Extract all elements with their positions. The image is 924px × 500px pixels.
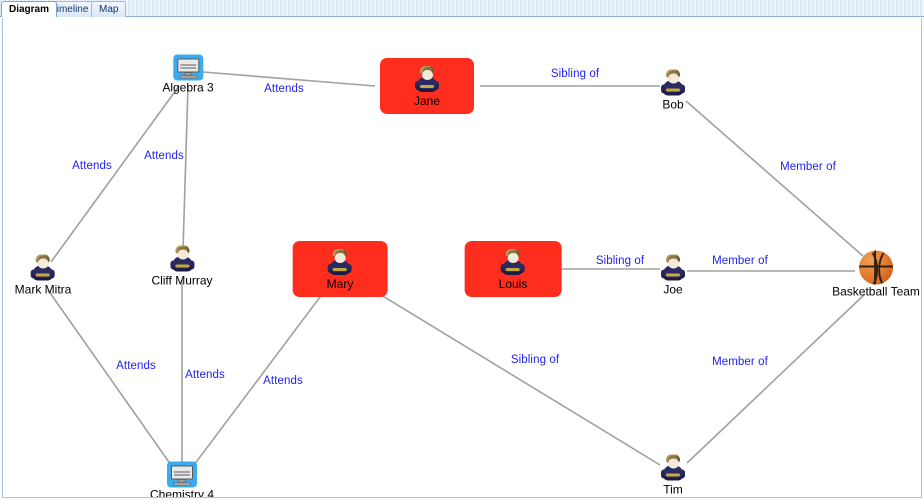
graph-edge[interactable]: [50, 85, 180, 263]
diagram-application-window: Diagram Timeline Map Attends Sibling of Me…: [0, 0, 924, 500]
person-icon: [501, 249, 525, 277]
graph-node-mary[interactable]: Mary: [292, 241, 388, 297]
graph-canvas[interactable]: Attends Sibling of Member of Attends Attends…: [2, 18, 922, 498]
graph-node-joe[interactable]: Joe: [655, 253, 691, 298]
graph-node-tim[interactable]: Tim: [655, 453, 691, 498]
tab-map[interactable]: Map: [91, 1, 127, 17]
graph-edge[interactable]: [372, 289, 661, 466]
graph-node-jane[interactable]: Jane: [379, 58, 475, 114]
node-label: Bob: [662, 97, 684, 112]
edge-label: Member of: [780, 161, 836, 173]
edge-label: Sibling of: [510, 354, 560, 366]
node-label: Mary: [326, 277, 354, 291]
graph-node-cliffmurray[interactable]: Cliff Murray: [145, 244, 218, 289]
graph-node-bob[interactable]: Bob: [655, 68, 691, 113]
node-label: Tim: [663, 482, 683, 497]
node-label: Chemistry 4: [149, 487, 215, 498]
edge-label: Attends: [264, 83, 304, 95]
node-label: Mark Mitra: [14, 282, 72, 297]
graph-node-chemistry4[interactable]: Chemistry 4: [144, 460, 220, 498]
person-icon: [661, 254, 685, 283]
tab-bar: Diagram Timeline Map: [0, 0, 924, 17]
person-icon: [415, 66, 439, 94]
graph-node-algebra3[interactable]: Algebra 3: [156, 53, 219, 96]
course-monitor-icon: [166, 461, 197, 488]
person-icon: [170, 245, 194, 274]
node-label: Cliff Murray: [151, 273, 213, 288]
node-label: Basketball Team: [832, 284, 920, 299]
edge-label: Attends: [116, 360, 156, 372]
edge-label: Attends: [72, 160, 112, 172]
edge-label: Member of: [712, 255, 768, 267]
graph-edge[interactable]: [182, 85, 189, 251]
edge-label: Sibling of: [595, 255, 645, 267]
person-icon: [30, 254, 55, 283]
person-icon: [661, 454, 685, 483]
graph-edge[interactable]: [47, 289, 172, 466]
edge-label: Sibling of: [550, 68, 600, 80]
person-icon: [661, 69, 685, 98]
course-monitor-icon: [173, 54, 203, 81]
node-label: Algebra 3: [162, 80, 214, 95]
edge-label: Member of: [712, 356, 768, 368]
node-label: Joe: [663, 282, 683, 297]
graph-node-basketball[interactable]: Basketball Team: [826, 249, 921, 300]
basketball-icon: [858, 250, 893, 285]
graph-node-louis[interactable]: Louis: [464, 241, 562, 297]
edge-label: Attends: [144, 150, 184, 162]
graph-edge[interactable]: [685, 100, 864, 257]
node-label: Jane: [413, 94, 441, 108]
edge-label: Attends: [185, 369, 225, 381]
node-label: Louis: [498, 277, 528, 291]
graph-node-markmitra[interactable]: Mark Mitra: [9, 253, 78, 298]
graph-edge[interactable]: [686, 293, 866, 464]
edge-label: Attends: [263, 375, 303, 387]
tab-diagram[interactable]: Diagram: [1, 1, 58, 17]
person-icon: [327, 249, 352, 277]
